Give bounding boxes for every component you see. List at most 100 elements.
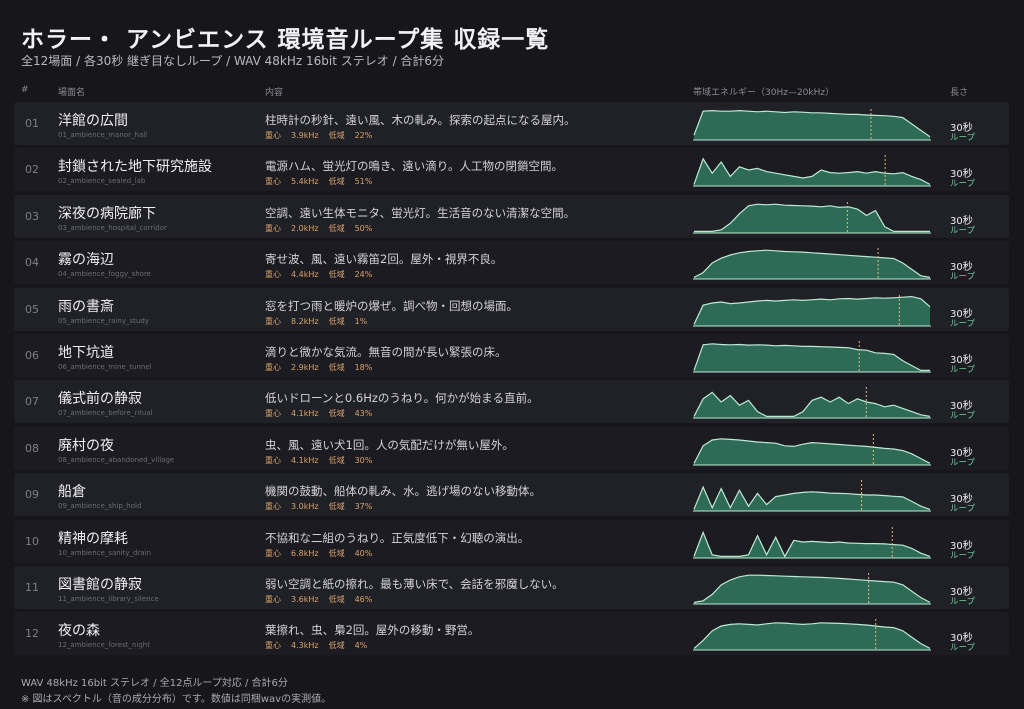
centroid-value: 6.8kHz bbox=[291, 548, 319, 558]
spectrum-chart bbox=[693, 109, 931, 141]
row-metrics: 重心 4.1kHz 低域 30% bbox=[265, 455, 382, 466]
centroid-label: 重心 bbox=[265, 595, 281, 604]
table-row[interactable]: 01 洋館の広間 01_ambience_manor_hall 柱時計の秒針、遠い風、… bbox=[14, 102, 1009, 145]
row-metrics: 重心 2.9kHz 低域 18% bbox=[265, 362, 382, 373]
table-row[interactable]: 09 船倉 09_ambience_ship_hold 機関の鼓動、船体の軋み、水。逃… bbox=[14, 473, 1009, 517]
row-metrics: 重心 2.0kHz 低域 50% bbox=[265, 223, 382, 234]
column-header-length: 長さ bbox=[950, 88, 969, 98]
file-name: 11_ambience_library_silence bbox=[58, 595, 159, 603]
column-header-spectrum: 帯域エネルギー（30Hz—20kHz） bbox=[693, 88, 835, 98]
centroid-label: 重心 bbox=[265, 270, 281, 280]
row-number: 05 bbox=[25, 302, 39, 316]
row-number: 09 bbox=[25, 488, 39, 502]
scene-name: 洋館の広間 bbox=[58, 113, 128, 129]
file-name: 04_ambience_foggy_shore bbox=[58, 270, 151, 279]
loop-label: ループ bbox=[950, 225, 975, 236]
loop-label: ループ bbox=[950, 550, 975, 561]
spectrum-chart bbox=[693, 294, 931, 327]
scene-description: 虫、風、遠い犬1回。人の気配だけが無い屋外。 bbox=[265, 437, 514, 452]
spectrum-chart bbox=[693, 526, 931, 559]
spectrum-chart bbox=[693, 480, 931, 512]
low-value: 4% bbox=[354, 641, 368, 651]
row-number: 11 bbox=[25, 581, 39, 594]
loop-label: ループ bbox=[950, 504, 975, 515]
scene-description: 空調、遠い生体モニタ、蛍光灯。生活音のない清潔な空間。 bbox=[265, 205, 576, 220]
loop-label: ループ bbox=[950, 365, 975, 375]
loop-label: ループ bbox=[950, 643, 975, 654]
low-label: 低域 bbox=[328, 641, 345, 651]
file-name: 03_ambience_hospital_corridor bbox=[58, 223, 167, 232]
centroid-label: 重心 bbox=[265, 363, 281, 372]
table-row[interactable]: 06 地下坑道 06_ambience_mine_tunnel 滴りと微かな気流。無音… bbox=[14, 334, 1009, 377]
table-row[interactable]: 05 雨の書斎 05_ambience_rainy_study 窓を打つ雨と暖炉の爆ぜ… bbox=[14, 287, 1009, 331]
centroid-label: 重心 bbox=[265, 502, 281, 512]
low-label: 低域 bbox=[328, 409, 345, 419]
centroid-value: 4.3kHz bbox=[291, 641, 319, 651]
loop-label: ループ bbox=[950, 411, 975, 422]
row-number: 03 bbox=[25, 209, 39, 223]
scene-name: 船倉 bbox=[58, 484, 86, 501]
centroid-label: 重心 bbox=[265, 641, 281, 651]
table-row[interactable]: 03 深夜の病院廊下 03_ambience_hospital_corridor 空調… bbox=[14, 194, 1009, 238]
spectrum-area bbox=[694, 623, 930, 651]
loop-label: ループ bbox=[950, 272, 975, 283]
centroid-value: 3.6kHz bbox=[291, 595, 319, 604]
scene-name: 地下坑道 bbox=[58, 345, 114, 361]
centroid-label: 重心 bbox=[265, 455, 281, 465]
scene-description: 滴りと微かな気流。無音の間が長い緊張の床。 bbox=[265, 345, 507, 359]
low-label: 低域 bbox=[328, 131, 345, 140]
table-row[interactable]: 07 儀式前の静寂 07_ambience_before_ritual 低いドローンと… bbox=[14, 380, 1009, 424]
low-label: 低域 bbox=[328, 595, 345, 604]
low-value: 40% bbox=[354, 548, 373, 558]
row-metrics: 重心 6.8kHz 低域 40% bbox=[265, 548, 382, 559]
scene-description: 窓を打つ雨と暖炉の爆ぜ。調べ物・回想の場面。 bbox=[265, 298, 518, 313]
file-name: 02_ambience_sealed_lab bbox=[58, 177, 146, 186]
file-name: 05_ambience_rainy_study bbox=[58, 316, 149, 325]
spectrum-chart bbox=[693, 155, 931, 187]
scene-description: 機関の鼓動、船体の軋み、水。逃げ場のない移動体。 bbox=[265, 484, 541, 499]
centroid-label: 重心 bbox=[265, 316, 281, 326]
loop-label: ループ bbox=[950, 597, 975, 607]
low-value: 51% bbox=[354, 177, 373, 187]
row-number: 01 bbox=[25, 117, 39, 130]
scene-name: 廃村の夜 bbox=[58, 437, 114, 454]
spectrum-chart bbox=[693, 573, 931, 605]
scene-name: 儀式前の静寂 bbox=[58, 391, 142, 408]
scene-description: 不協和な二組のうねり。正気度低下・幻聴の演出。 bbox=[265, 530, 530, 545]
spectrum-area bbox=[694, 110, 930, 140]
low-label: 低域 bbox=[328, 502, 345, 512]
low-label: 低域 bbox=[328, 177, 345, 187]
table-row[interactable]: 02 封鎖された地下研究施設 02_ambience_sealed_lab 電源ハム、… bbox=[14, 148, 1009, 192]
table-row[interactable]: 11 図書館の静寂 11_ambience_library_silence 弱い空調と… bbox=[14, 566, 1009, 609]
spectrum-area bbox=[694, 487, 930, 512]
table-row[interactable]: 10 精神の摩耗 10_ambience_sanity_drain 不協和な二組のうね… bbox=[14, 519, 1009, 563]
scene-name: 精神の摩耗 bbox=[58, 530, 128, 547]
spectrum-area bbox=[694, 296, 930, 326]
table-row[interactable]: 04 霧の海辺 04_ambience_foggy_shore 寄せ波、風、遠い霧笛2… bbox=[14, 241, 1009, 285]
spectrum-chart bbox=[693, 248, 931, 280]
spectrum-area bbox=[694, 250, 930, 280]
spectrum-area bbox=[694, 575, 930, 604]
low-value: 24% bbox=[354, 270, 373, 280]
table-row[interactable]: 08 廃村の夜 08_ambience_abandoned_village 虫、風、遠… bbox=[14, 426, 1009, 470]
centroid-value: 2.0kHz bbox=[291, 223, 319, 233]
spectrum-chart bbox=[693, 341, 931, 373]
low-label: 低域 bbox=[328, 223, 345, 233]
spectrum-area bbox=[694, 159, 930, 187]
column-header-desc: 内容 bbox=[265, 88, 284, 98]
centroid-label: 重心 bbox=[265, 223, 281, 233]
low-label: 低域 bbox=[328, 548, 345, 558]
scene-description: 葉擦れ、虫、梟2回。屋外の移動・野営。 bbox=[265, 623, 480, 638]
row-metrics: 重心 4.4kHz 低域 24% bbox=[265, 269, 382, 280]
loop-label: ループ bbox=[950, 179, 975, 190]
table-row[interactable]: 12 夜の森 12_ambience_forest_night 葉擦れ、虫、梟2回。屋… bbox=[14, 612, 1009, 656]
scene-description: 寄せ波、風、遠い霧笛2回。屋外・視界不良。 bbox=[265, 252, 503, 267]
scene-name: 夜の森 bbox=[58, 623, 100, 640]
row-number: 07 bbox=[25, 395, 39, 409]
centroid-label: 重心 bbox=[265, 409, 281, 419]
footer-note: ※ 図はスペクトル（音の成分分布）です。数値は同梱wavの実測値。 bbox=[21, 694, 332, 705]
file-name: 06_ambience_mine_tunnel bbox=[58, 363, 152, 371]
page-title: ホラー・ アンビエンス 環境音ループ集 収録一覧 bbox=[21, 27, 550, 53]
low-value: 22% bbox=[354, 131, 373, 140]
centroid-value: 4.1kHz bbox=[291, 409, 319, 419]
